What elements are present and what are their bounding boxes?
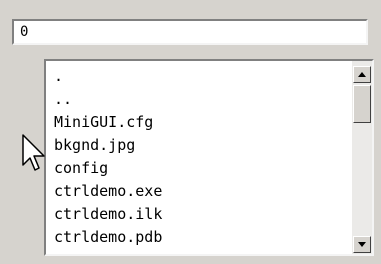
list-item[interactable]: . xyxy=(54,65,348,88)
list-item[interactable]: ctrldemo.exe xyxy=(54,180,348,203)
scrollbar-thumb[interactable] xyxy=(353,85,371,123)
arrow-cursor-icon xyxy=(22,134,45,171)
list-item[interactable]: ctrldemo.ilk xyxy=(54,203,348,226)
list-item[interactable]: MiniGUI.cfg xyxy=(54,111,348,134)
scroll-down-button[interactable] xyxy=(353,236,371,253)
list-item[interactable]: .. xyxy=(54,88,348,111)
scroll-up-button[interactable] xyxy=(353,66,371,83)
vertical-scrollbar[interactable] xyxy=(352,61,372,254)
triangle-down-icon xyxy=(358,242,366,247)
list-item[interactable]: config xyxy=(54,157,348,180)
triangle-up-icon xyxy=(358,72,366,77)
path-input[interactable]: 0 xyxy=(12,19,368,45)
list-item[interactable]: ctrldemo.pdb xyxy=(54,226,348,249)
file-list-items: . .. MiniGUI.cfg bkgnd.jpg config ctrlde… xyxy=(54,65,348,254)
file-listbox[interactable]: . .. MiniGUI.cfg bkgnd.jpg config ctrlde… xyxy=(44,59,374,256)
list-item[interactable]: bkgnd.jpg xyxy=(54,134,348,157)
